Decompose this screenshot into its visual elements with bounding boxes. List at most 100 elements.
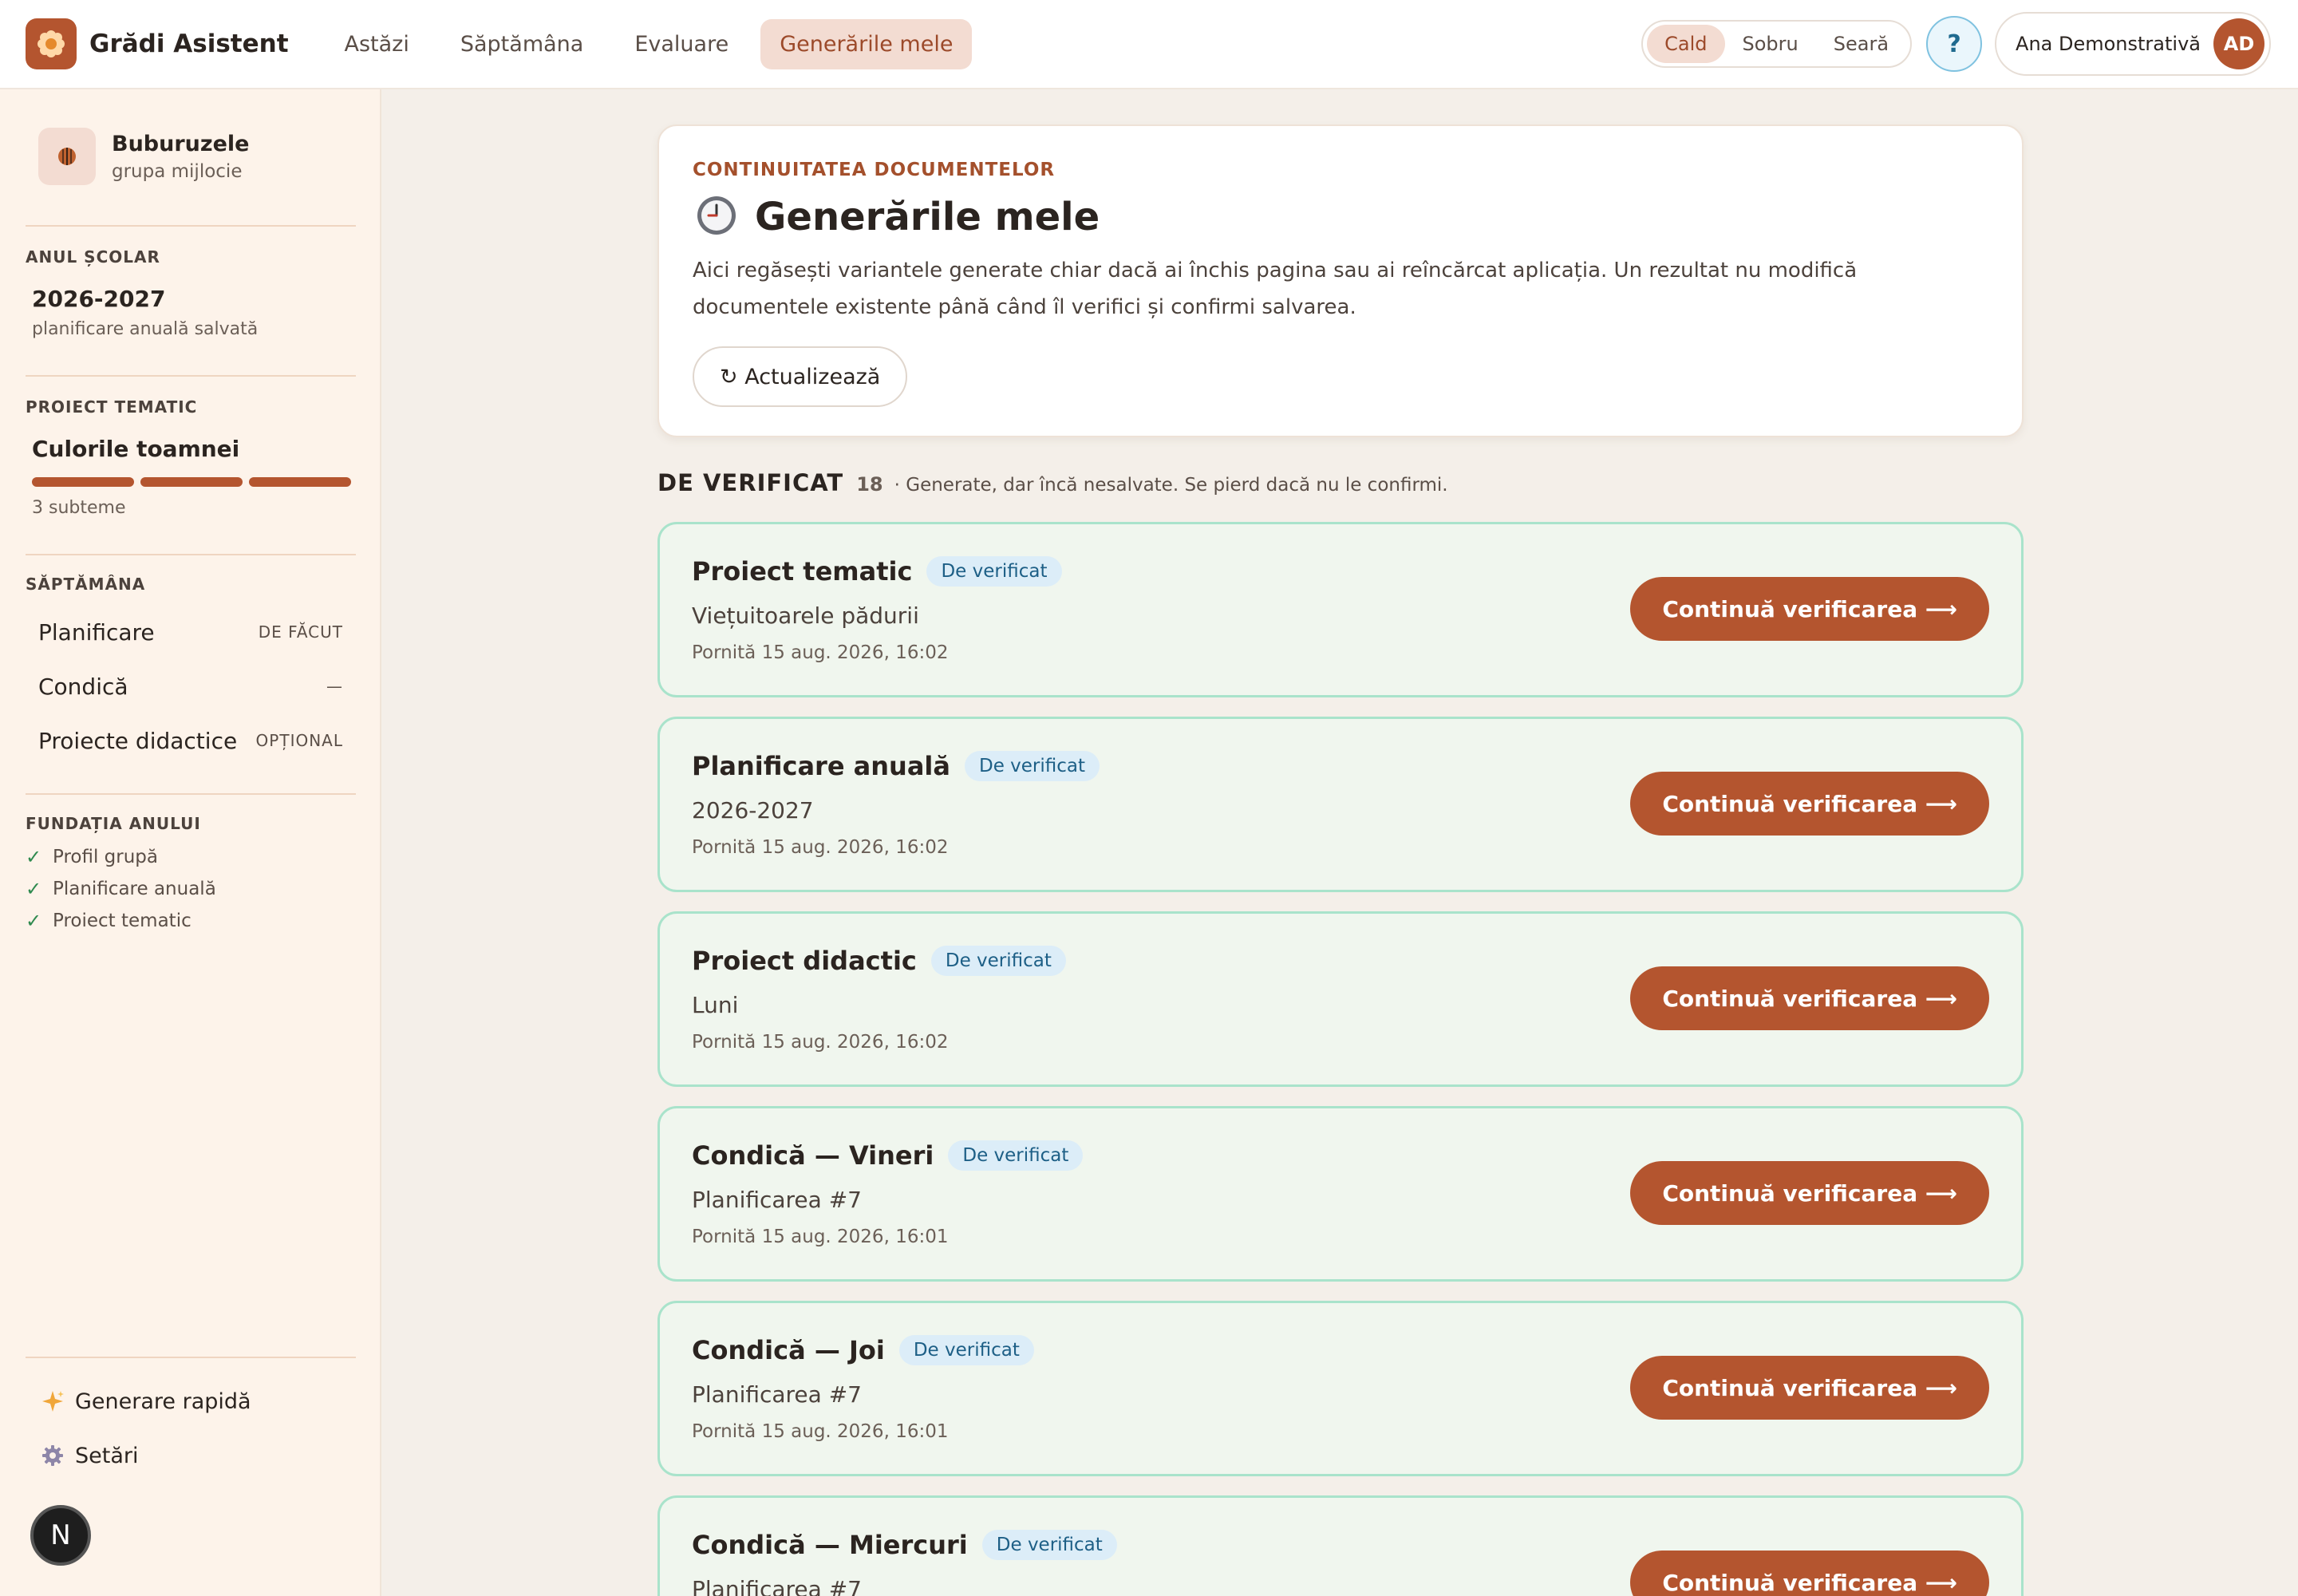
sparkles-icon xyxy=(38,1387,67,1416)
project-label: PROIECT TEMATIC xyxy=(26,397,198,417)
week-item-name: Proiecte didactice xyxy=(38,727,238,754)
divider xyxy=(26,554,356,555)
project-note: 3 subteme xyxy=(32,498,126,518)
avatar: AD xyxy=(2213,18,2264,69)
quick-generate-button[interactable]: Generare rapidă xyxy=(32,1381,258,1422)
nav-item-saptamana[interactable]: Săptămâna xyxy=(441,19,602,69)
status-badge: De verificat xyxy=(964,751,1100,781)
clock-icon xyxy=(696,195,737,239)
divider xyxy=(26,225,356,227)
week-item-status: DE FĂCUT xyxy=(258,622,343,642)
card-subtitle: Planificarea #7 xyxy=(692,1187,862,1213)
card-title: Condică — Joi xyxy=(692,1335,885,1365)
foundation-item: ✓ Profil grupă xyxy=(26,846,158,868)
theme-option-seara[interactable]: Seară xyxy=(1816,25,1906,63)
week-label: SĂPTĂMÂNA xyxy=(26,575,146,594)
check-icon: ✓ xyxy=(26,846,42,868)
card-subtitle: Planificarea #7 xyxy=(692,1381,862,1408)
user-name: Ana Demonstrativă xyxy=(2016,33,2201,55)
subtheme-progress xyxy=(32,477,351,487)
flower-icon xyxy=(26,18,77,69)
generation-card: Condică — Vineri De verificat Planificar… xyxy=(657,1106,2024,1282)
week-item-status: OPȚIONAL xyxy=(255,731,343,750)
card-subtitle: 2026-2027 xyxy=(692,797,814,824)
nav-item-generarile-mele[interactable]: Generările mele xyxy=(760,18,973,69)
refresh-button[interactable]: ↻ Actualizează xyxy=(693,346,908,407)
week-item-proiecte-didactice[interactable]: Proiecte didactice OPȚIONAL xyxy=(26,717,356,764)
ladybug-icon xyxy=(38,128,96,185)
status-badge: De verificat xyxy=(948,1140,1084,1171)
group-card[interactable]: Buburuzele grupa mijlocie xyxy=(38,128,380,185)
card-timestamp: Pornită 15 aug. 2026, 16:01 xyxy=(692,1421,949,1442)
card-title: Proiect didactic xyxy=(692,946,917,976)
continue-review-button[interactable]: Continuă verificarea ⟶ xyxy=(1630,1161,1989,1225)
foundation-item-label: Planificare anuală xyxy=(53,879,216,899)
settings-button[interactable]: Setări xyxy=(32,1435,144,1476)
topbar-right: Cald Sobru Seară ? Ana Demonstrativă AD xyxy=(1641,12,2271,76)
nav-item-astazi[interactable]: Astăzi xyxy=(326,19,428,69)
card-title: Condică — Miercuri xyxy=(692,1530,968,1560)
main-nav: Astăzi Săptămâna Evaluare Generările mel… xyxy=(326,18,973,69)
help-button[interactable]: ? xyxy=(1926,16,1983,72)
page-title: Generările mele xyxy=(755,195,1100,239)
divider xyxy=(26,793,356,795)
card-timestamp: Pornită 15 aug. 2026, 16:02 xyxy=(692,1032,949,1053)
card-timestamp: Pornită 15 aug. 2026, 16:02 xyxy=(692,837,949,858)
week-item-planificare[interactable]: Planificare DE FĂCUT xyxy=(26,608,356,656)
status-badge: De verificat xyxy=(926,556,1062,587)
progress-segment xyxy=(140,477,243,487)
app-name: Grădi Asistent xyxy=(89,30,289,58)
section-note: · Generate, dar încă nesalvate. Se pierd… xyxy=(894,475,1448,496)
hero-description: Aici regăsești variantele generate chiar… xyxy=(693,259,1858,319)
status-badge: De verificat xyxy=(898,1335,1034,1365)
card-subtitle: Planificarea #7 xyxy=(692,1576,862,1596)
section-title: DE VERIFICAT xyxy=(657,469,844,496)
progress-segment xyxy=(249,477,351,487)
card-subtitle: Luni xyxy=(692,992,739,1018)
progress-segment xyxy=(32,477,134,487)
generation-card: Condică — Miercuri De verificat Planific… xyxy=(657,1495,2024,1596)
foundation-item-label: Proiect tematic xyxy=(53,911,192,931)
week-item-condica[interactable]: Condică — xyxy=(26,662,356,710)
school-year-value[interactable]: 2026-2027 xyxy=(32,286,165,312)
week-item-name: Condică xyxy=(38,673,128,700)
continue-review-button[interactable]: Continuă verificarea ⟶ xyxy=(1630,1356,1989,1420)
gear-icon xyxy=(38,1441,67,1470)
week-item-name: Planificare xyxy=(38,618,155,646)
hero-card: CONTINUITATEA DOCUMENTELOR Generările me… xyxy=(657,124,2024,437)
user-menu[interactable]: Ana Demonstrativă AD xyxy=(1995,12,2271,76)
status-badge: De verificat xyxy=(930,946,1066,976)
dev-tools-badge[interactable]: N xyxy=(30,1505,91,1566)
continue-review-button[interactable]: Continuă verificarea ⟶ xyxy=(1630,966,1989,1030)
nav-item-evaluare[interactable]: Evaluare xyxy=(615,19,748,69)
continue-review-button[interactable]: Continuă verificarea ⟶ xyxy=(1630,1551,1989,1596)
hero-kicker: CONTINUITATEA DOCUMENTELOR xyxy=(693,160,1056,180)
group-name: Buburuzele xyxy=(112,131,250,156)
theme-option-sobru[interactable]: Sobru xyxy=(1725,25,1816,63)
school-year-label: ANUL ȘCOLAR xyxy=(26,247,160,267)
sidebar: Buburuzele grupa mijlocie ANUL ȘCOLAR 20… xyxy=(0,89,381,1596)
foundation-item: ✓ Proiect tematic xyxy=(26,910,192,932)
generation-card: Proiect didactic De verificat Luni Porni… xyxy=(657,911,2024,1087)
generation-card: Proiect tematic De verificat Viețuitoare… xyxy=(657,522,2024,697)
continue-review-button[interactable]: Continuă verificarea ⟶ xyxy=(1630,577,1989,641)
foundation-item-label: Profil grupă xyxy=(53,847,159,867)
status-badge: De verificat xyxy=(981,1530,1117,1560)
school-year-note: planificare anuală salvată xyxy=(32,319,259,339)
check-icon: ✓ xyxy=(26,878,42,900)
theme-switch: Cald Sobru Seară xyxy=(1641,20,1913,68)
hero-title-row: Generările mele xyxy=(696,195,1100,239)
theme-option-cald[interactable]: Cald xyxy=(1647,25,1725,63)
generation-card: Planificare anuală De verificat 2026-202… xyxy=(657,717,2024,892)
section-header: DE VERIFICAT 18 · Generate, dar încă nes… xyxy=(657,469,1448,496)
card-subtitle: Viețuitoarele pădurii xyxy=(692,602,919,629)
section-count: 18 xyxy=(856,473,883,496)
foundation-label: FUNDAȚIA ANULUI xyxy=(26,814,201,833)
brand[interactable]: Grădi Asistent xyxy=(26,18,289,69)
project-name[interactable]: Culorile toamnei xyxy=(32,436,239,462)
continue-review-button[interactable]: Continuă verificarea ⟶ xyxy=(1630,772,1989,836)
foundation-item: ✓ Planificare anuală xyxy=(26,878,216,900)
top-bar: Grădi Asistent Astăzi Săptămâna Evaluare… xyxy=(0,0,2298,89)
divider xyxy=(26,1357,356,1358)
card-title: Proiect tematic xyxy=(692,556,913,587)
